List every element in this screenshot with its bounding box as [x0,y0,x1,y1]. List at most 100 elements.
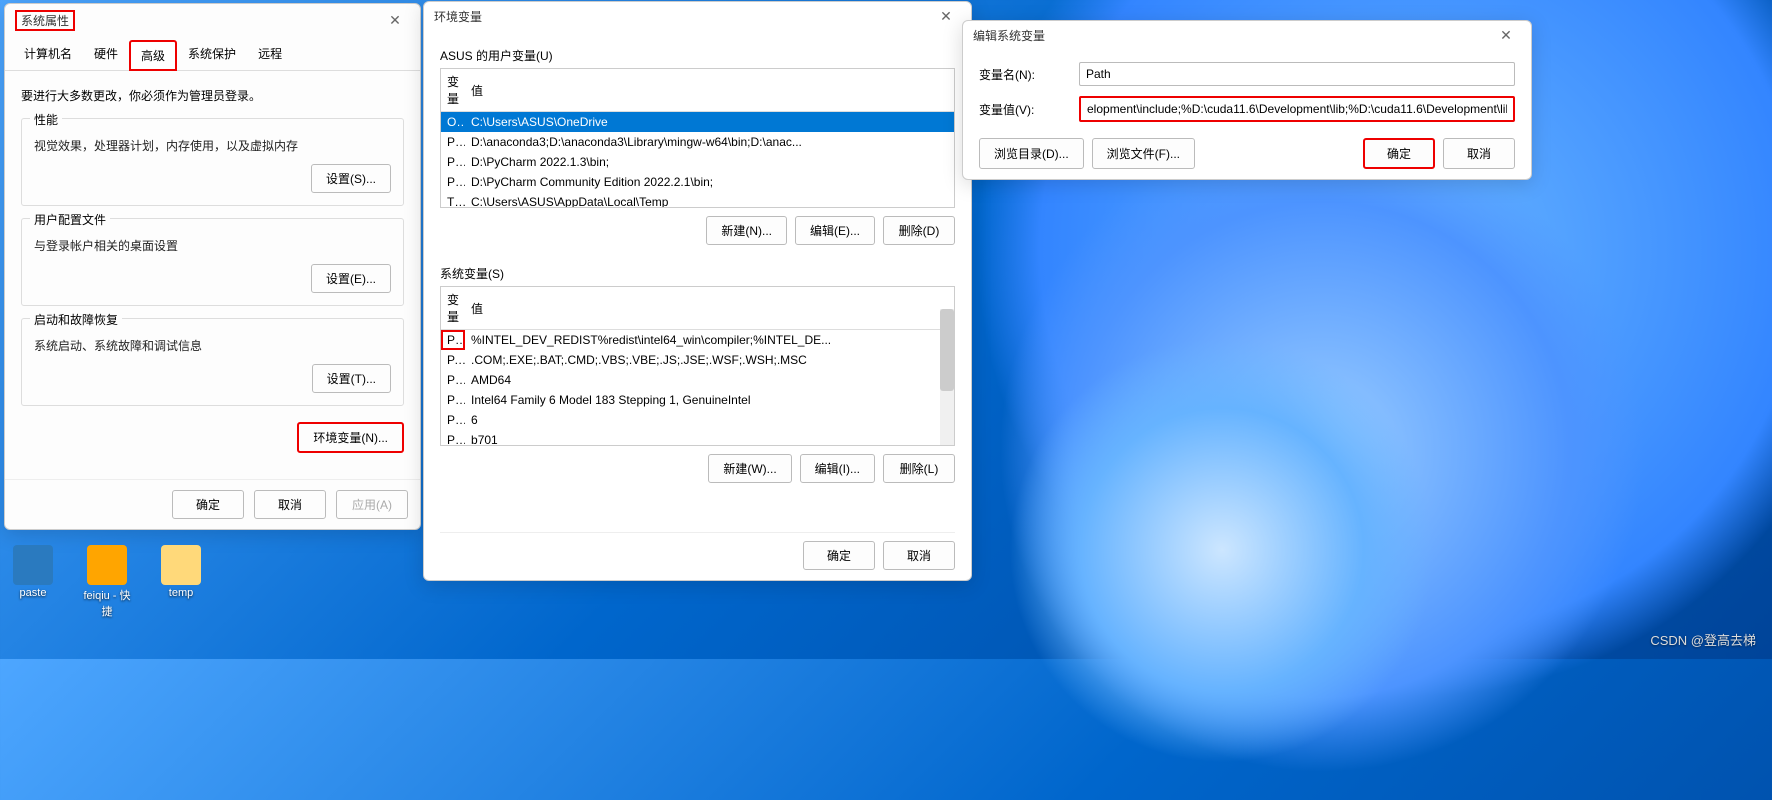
var-value: D:\anaconda3;D:\anaconda3\Library\mingw-… [465,132,954,152]
var-value: %INTEL_DEV_REDIST%redist\intel64_win\com… [465,330,954,351]
table-row[interactable]: PATHEXT.COM;.EXE;.BAT;.CMD;.VBS;.VBE;.JS… [441,350,954,370]
new-button[interactable]: 新建(N)... [706,216,787,245]
browse-file-button[interactable]: 浏览文件(F)... [1092,138,1195,169]
table-row[interactable]: PathD:\anaconda3;D:\anaconda3\Library\mi… [441,132,954,152]
edit-button[interactable]: 编辑(E)... [795,216,875,245]
icon-label: feiqiu - 快捷 [82,587,132,619]
var-value-label: 变量值(V): [979,101,1067,118]
browse-dir-button[interactable]: 浏览目录(D)... [979,138,1084,169]
titlebar: 环境变量 ✕ [424,2,971,31]
table-row[interactable]: PyCharm Community Editi...D:\PyCharm Com… [441,172,954,192]
var-value: C:\Users\ASUS\AppData\Local\Temp [465,192,954,208]
col-val[interactable]: 值 [465,287,954,330]
table-row[interactable]: OneDriveC:\Users\ASUS\OneDrive [441,112,954,133]
desktop-icons: paste feiqiu - 快捷 temp [0,545,206,619]
desktop-icon[interactable]: paste [8,545,58,619]
folder-icon [161,545,201,585]
tab-advanced[interactable]: 高级 [129,40,177,71]
icon-label: temp [156,587,206,599]
var-value: D:\PyCharm 2022.1.3\bin; [465,152,954,172]
var-name: PROCESSOR_ARCHITECT... [441,370,465,390]
tab-remote[interactable]: 远程 [247,39,293,70]
col-var[interactable]: 变量 [441,287,465,330]
tab-computer-name[interactable]: 计算机名 [13,39,83,70]
tab-system-protection[interactable]: 系统保护 [177,39,247,70]
edit-system-variable-window: 编辑系统变量 ✕ 变量名(N): 变量值(V): 浏览目录(D)... 浏览文件… [962,20,1532,180]
group-desc: 系统启动、系统故障和调试信息 [34,337,391,354]
var-name-label: 变量名(N): [979,66,1067,83]
group-title: 性能 [30,111,62,128]
group-title: 启动和故障恢复 [30,311,122,328]
var-value: AMD64 [465,370,954,390]
var-name: PyCharm [441,152,465,172]
table-row[interactable]: PROCESSOR_REVISIONb701 [441,430,954,446]
sys-vars-label: 系统变量(S) [440,265,955,282]
sys-vars-table[interactable]: 变量 值 Path%INTEL_DEV_REDIST%redist\intel6… [440,286,955,446]
env-variables-button[interactable]: 环境变量(N)... [297,422,404,453]
desktop-icon[interactable]: feiqiu - 快捷 [82,545,132,619]
var-value: Intel64 Family 6 Model 183 Stepping 1, G… [465,390,954,410]
var-value: 6 [465,410,954,430]
settings-button[interactable]: 设置(S)... [311,164,391,193]
titlebar: 系统属性 ✕ [5,4,420,37]
var-value: b701 [465,430,954,446]
tab-hardware[interactable]: 硬件 [83,39,129,70]
desktop-icon[interactable]: temp [156,545,206,619]
new-button[interactable]: 新建(W)... [708,454,791,483]
scrollbar[interactable] [940,309,954,445]
ok-button[interactable]: 确定 [1363,138,1435,169]
var-name-input[interactable] [1079,62,1515,86]
group-desc: 与登录帐户相关的桌面设置 [34,237,391,254]
user-vars-label: ASUS 的用户变量(U) [440,47,955,64]
ok-button[interactable]: 确定 [803,541,875,570]
icon-label: paste [8,587,58,599]
table-row[interactable]: PROCESSOR_ARCHITECT...AMD64 [441,370,954,390]
var-name: TEMP [441,192,465,208]
apply-button[interactable]: 应用(A) [336,490,408,519]
delete-button[interactable]: 删除(L) [883,454,955,483]
admin-message: 要进行大多数更改，你必须作为管理员登录。 [21,87,404,104]
close-icon[interactable]: ✕ [380,12,410,29]
titlebar: 编辑系统变量 ✕ [963,21,1531,50]
cancel-button[interactable]: 取消 [254,490,326,519]
delete-button[interactable]: 删除(D) [883,216,955,245]
close-icon[interactable]: ✕ [931,8,961,25]
ok-button[interactable]: 确定 [172,490,244,519]
var-name: PATHEXT [441,350,465,370]
settings-button[interactable]: 设置(E)... [311,264,391,293]
cancel-button[interactable]: 取消 [883,541,955,570]
var-name: PROCESSOR_LEVEL [441,410,465,430]
var-name: OneDrive [441,112,465,133]
var-name: PROCESSOR_REVISION [441,430,465,446]
group-startup: 启动和故障恢复 系统启动、系统故障和调试信息 设置(T)... [21,318,404,406]
var-name: PyCharm Community Editi... [441,172,465,192]
table-row[interactable]: PyCharmD:\PyCharm 2022.1.3\bin; [441,152,954,172]
system-properties-window: 系统属性 ✕ 计算机名 硬件 高级 系统保护 远程 要进行大多数更改，你必须作为… [4,3,421,530]
group-desc: 视觉效果，处理器计划，内存使用，以及虚拟内存 [34,137,391,154]
col-var[interactable]: 变量 [441,69,465,112]
window-title: 系统属性 [15,10,75,31]
table-row[interactable]: PROCESSOR_LEVEL6 [441,410,954,430]
var-name: Path [441,132,465,152]
table-row[interactable]: TEMPC:\Users\ASUS\AppData\Local\Temp [441,192,954,208]
close-icon[interactable]: ✕ [1491,27,1521,44]
app-icon [87,545,127,585]
edit-button[interactable]: 编辑(I)... [800,454,875,483]
group-title: 用户配置文件 [30,211,110,228]
col-val[interactable]: 值 [465,69,954,112]
user-vars-table[interactable]: 变量 值 OneDriveC:\Users\ASUS\OneDrivePathD… [440,68,955,208]
table-row[interactable]: Path%INTEL_DEV_REDIST%redist\intel64_win… [441,330,954,351]
var-value: D:\PyCharm Community Edition 2022.2.1\bi… [465,172,954,192]
var-value: C:\Users\ASUS\OneDrive [465,112,954,133]
var-name: PROCESSOR_IDENTIFIER [441,390,465,410]
tabs: 计算机名 硬件 高级 系统保护 远程 [5,39,420,71]
group-performance: 性能 视觉效果，处理器计划，内存使用，以及虚拟内存 设置(S)... [21,118,404,206]
var-value-input[interactable] [1079,96,1515,122]
app-icon [13,545,53,585]
settings-button[interactable]: 设置(T)... [312,364,391,393]
cancel-button[interactable]: 取消 [1443,138,1515,169]
group-user-profile: 用户配置文件 与登录帐户相关的桌面设置 设置(E)... [21,218,404,306]
table-row[interactable]: PROCESSOR_IDENTIFIERIntel64 Family 6 Mod… [441,390,954,410]
watermark: CSDN @登高去梯 [1650,630,1756,649]
var-value: .COM;.EXE;.BAT;.CMD;.VBS;.VBE;.JS;.JSE;.… [465,350,954,370]
